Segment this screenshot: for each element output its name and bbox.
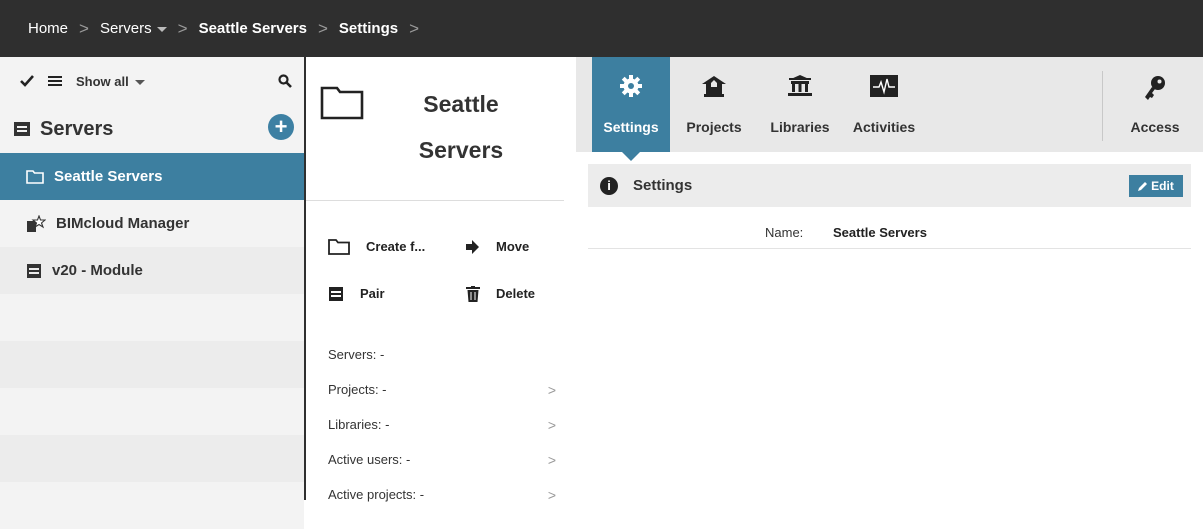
servers-title: Servers (40, 117, 114, 140)
manager-star-icon (27, 214, 46, 232)
checkmark-icon[interactable] (20, 75, 34, 87)
tree-empty-row (0, 294, 304, 341)
tab-activities[interactable]: Activities (844, 57, 924, 152)
tree-item-label: BIMcloud Manager (56, 215, 190, 232)
tab-settings[interactable]: Settings (592, 57, 670, 161)
module-icon (27, 263, 41, 278)
key-icon (1145, 76, 1165, 100)
tree-item-label: v20 - Module (52, 262, 143, 279)
delete-label: Delete (496, 286, 536, 301)
pair-label: Pair (360, 286, 385, 301)
stat-label: Active users: - (328, 452, 411, 467)
folder-icon (26, 170, 44, 184)
chevron-right-icon[interactable]: > (548, 382, 556, 398)
tree-item-seattle-servers[interactable]: Seattle Servers (0, 153, 304, 200)
breadcrumb-separator-icon: > (79, 18, 89, 38)
tab-projects[interactable]: Projects (674, 57, 754, 152)
tree-toolbar: Show all (0, 57, 304, 105)
chevron-down-icon[interactable] (156, 26, 167, 32)
stat-label: Servers: - (328, 347, 385, 362)
tab-separator (1102, 71, 1103, 141)
settings-section-header: i Settings Edit (588, 164, 1191, 207)
page-title-line2: Servers (418, 137, 504, 163)
servers-header: Servers + (0, 105, 304, 153)
chevron-right-icon[interactable]: > (548, 452, 556, 468)
stat-libraries[interactable]: Libraries: - > (328, 407, 556, 442)
stat-servers: Servers: - (328, 337, 556, 372)
tree-empty-row (0, 341, 304, 388)
edit-button[interactable]: Edit (1129, 175, 1183, 197)
name-value: Seattle Servers (833, 225, 927, 240)
info-icon: i (600, 176, 618, 195)
arrow-right-icon (466, 239, 479, 254)
list-icon[interactable] (48, 75, 62, 87)
pencil-icon (1138, 182, 1148, 191)
gear-icon (620, 75, 642, 97)
show-all-dropdown[interactable]: Show all (76, 74, 145, 89)
stat-label: Projects: - (328, 382, 387, 397)
search-icon[interactable] (278, 74, 292, 88)
folder-icon (320, 86, 364, 120)
chevron-down-icon (134, 79, 145, 85)
tab-access-label: Access (1130, 119, 1180, 135)
breadcrumb-separator-icon: > (177, 18, 188, 38)
tab-settings-label: Settings (603, 119, 659, 135)
chevron-right-icon[interactable]: > (548, 417, 556, 433)
tab-libraries-label: Libraries (770, 119, 830, 135)
tree-item-label: Seattle Servers (54, 168, 163, 185)
stat-active-users[interactable]: Active users: - > (328, 442, 556, 477)
page-title-line1: Seattle (423, 91, 499, 117)
breadcrumb-settings[interactable]: Settings (339, 20, 398, 37)
tree-item-bimcloud-manager[interactable]: BIMcloud Manager (0, 200, 304, 247)
breadcrumb-servers-label: Servers (99, 20, 152, 37)
breadcrumb-servers[interactable]: Servers (100, 20, 167, 37)
stat-active-projects[interactable]: Active projects: - > (328, 477, 556, 512)
tree-empty-row (0, 482, 304, 529)
breadcrumb-home[interactable]: Home (28, 20, 68, 37)
edit-label: Edit (1151, 179, 1174, 193)
create-label: Create f... (366, 239, 426, 254)
trash-icon (466, 285, 480, 302)
stat-projects[interactable]: Projects: - > (328, 372, 556, 407)
tab-bar: Settings Projects Libraries Activities A… (576, 57, 1203, 161)
move-button[interactable]: Move (466, 239, 529, 254)
library-building-icon (788, 75, 812, 96)
move-label: Move (496, 239, 530, 254)
tree-item-v20-module[interactable]: v20 - Module (0, 247, 304, 294)
detail-header: Seattle Servers (306, 57, 564, 201)
settings-section-title: Settings (633, 177, 693, 194)
tab-activities-label: Activities (852, 119, 916, 135)
chevron-right-icon[interactable]: > (548, 487, 556, 503)
tab-libraries[interactable]: Libraries (758, 57, 842, 152)
projects-house-icon (702, 76, 726, 97)
tab-projects-label: Projects (686, 119, 742, 135)
page-title: Seattle Servers (376, 81, 546, 173)
activity-pulse-icon (870, 75, 898, 97)
show-all-label: Show all (76, 73, 129, 89)
stat-label: Libraries: - (328, 417, 390, 432)
folder-icon (328, 239, 350, 255)
delete-button[interactable]: Delete (466, 285, 536, 302)
detail-panel: Seattle Servers Create f... Move Pair De… (306, 57, 576, 503)
stats-list: Servers: - Projects: - > Libraries: - > Ac… (306, 337, 576, 512)
breadcrumb-separator-icon: > (317, 18, 328, 38)
create-folder-button[interactable]: Create f... (328, 238, 466, 255)
tab-access[interactable]: Access (1116, 57, 1194, 152)
breadcrumb-separator-icon: > (409, 18, 420, 38)
pair-button[interactable]: Pair (328, 286, 466, 301)
add-server-button[interactable]: + (268, 114, 294, 140)
breadcrumb: Home > Servers > Seattle Servers > Setti… (0, 0, 1203, 57)
name-label: Name: (765, 225, 804, 240)
tree-empty-row (0, 388, 304, 435)
action-list: Create f... Move Pair Delete (306, 201, 576, 317)
name-field-row: Name: Seattle Servers (588, 217, 1191, 249)
breadcrumb-seattle-servers[interactable]: Seattle Servers (199, 20, 307, 37)
server-icon (14, 122, 30, 136)
content-panel: Settings Projects Libraries Activities A… (576, 57, 1203, 500)
module-icon (329, 286, 343, 301)
server-tree-panel: Show all Servers + Seattle Servers BIMcl… (0, 57, 304, 529)
tree-empty-row (0, 435, 304, 482)
